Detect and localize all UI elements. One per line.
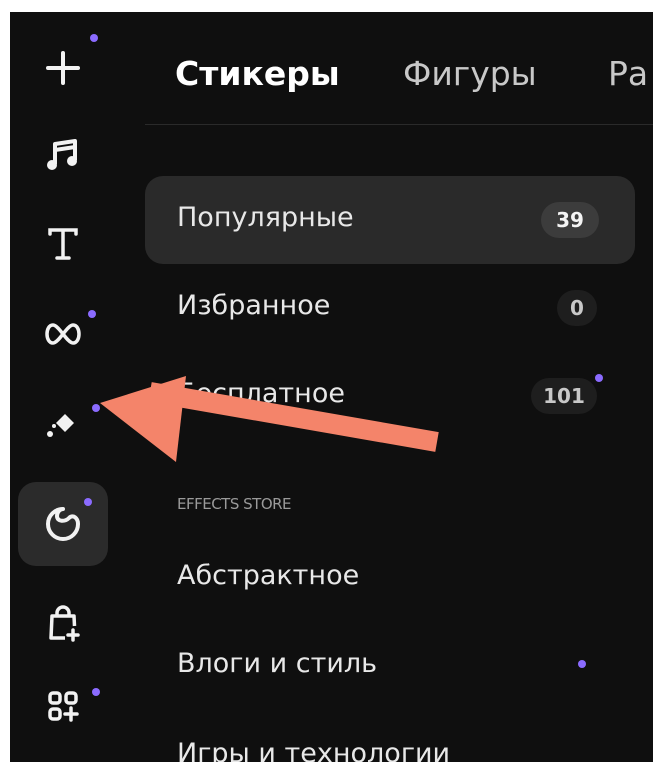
rail-add-button[interactable]: [18, 26, 108, 110]
store-item-games[interactable]: Игры и технологии: [145, 712, 635, 762]
new-indicator-dot: [90, 34, 98, 42]
category-label: Бесплатное: [177, 378, 345, 409]
rail-stickers-button[interactable]: [18, 482, 108, 566]
rail-effects-button[interactable]: [18, 382, 108, 466]
sticker-icon: [46, 507, 80, 541]
apps-grid-plus-icon: [48, 691, 79, 722]
rail-store-button[interactable]: [18, 582, 108, 666]
category-count-badge: 101: [531, 378, 597, 414]
sparkle-diamond-icon: [47, 414, 74, 437]
store-item-label: Влоги и стиль: [177, 648, 378, 679]
category-label: Избранное: [177, 290, 331, 321]
tab-partial[interactable]: Ра: [608, 54, 648, 93]
tool-rail: [10, 12, 140, 762]
new-indicator-dot: [92, 688, 100, 696]
store-item-label: Абстрактное: [177, 560, 360, 591]
shopping-bag-plus-icon: [49, 605, 80, 642]
new-indicator-dot: [84, 498, 92, 506]
rail-audio-button[interactable]: [18, 112, 108, 196]
category-item-favorites[interactable]: Избранное 0: [145, 264, 635, 352]
new-indicator-dot: [92, 404, 100, 412]
rail-transitions-button[interactable]: [18, 292, 108, 376]
store-item-label: Игры и технологии: [177, 738, 451, 762]
section-header: EFFECTS STORE: [177, 495, 292, 513]
editor-panel: Стикеры Фигуры Ра Популярные 39 Избранно…: [10, 12, 653, 762]
category-item-free[interactable]: Бесплатное 101: [145, 352, 635, 440]
music-note-icon: [47, 139, 77, 170]
new-indicator-dot: [88, 310, 96, 318]
category-label: Популярные: [177, 202, 354, 233]
rail-apps-button[interactable]: [18, 664, 108, 748]
category-item-popular[interactable]: Популярные 39: [145, 176, 635, 264]
category-count-badge: 0: [557, 290, 597, 326]
store-item-vlogs[interactable]: Влоги и стиль: [145, 622, 635, 710]
store-item-abstract[interactable]: Абстрактное: [145, 534, 635, 622]
bowtie-transition-icon: [45, 323, 81, 345]
tab-shapes[interactable]: Фигуры: [403, 54, 537, 93]
tab-stickers[interactable]: Стикеры: [175, 54, 340, 93]
new-indicator-dot: [578, 660, 586, 668]
text-t-icon: [48, 228, 78, 260]
category-count-badge: 39: [541, 202, 599, 238]
category-tabs: Стикеры Фигуры Ра: [145, 12, 653, 125]
plus-icon: [46, 51, 80, 85]
new-indicator-dot: [595, 374, 603, 382]
rail-text-button[interactable]: [18, 202, 108, 286]
